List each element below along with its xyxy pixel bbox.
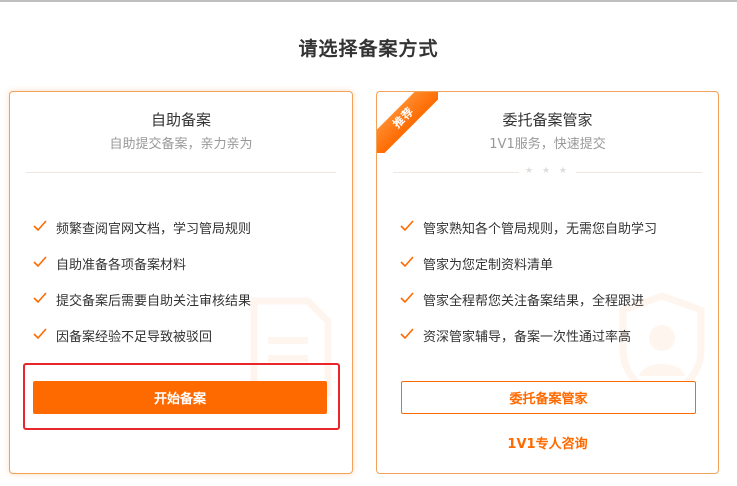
divider-stars: ★ ★ ★ — [377, 166, 718, 176]
feature-text: 管家熟知各个管局规则，无需您自助学习 — [423, 222, 658, 237]
feature-item: 因备案经验不足导致被驳回 — [32, 326, 251, 362]
card-title: 自助备案 — [150, 111, 211, 129]
feature-item: 提交备案后需要自助关注审核结果 — [32, 290, 251, 326]
feature-item: 资深管家辅导，备案一次性通过率高 — [399, 326, 657, 362]
managed-service-card: 推荐 委托备案管家 1V1服务，快速提交 ★ ★ ★ 管家熟知各个管局规则，无需… — [376, 91, 719, 474]
check-icon — [33, 256, 47, 268]
card-subtitle: 自助提交备案，亲力亲为 — [109, 137, 253, 152]
card-title: 委托备案管家 — [502, 111, 593, 129]
feature-text: 自助准备各项备案材料 — [56, 258, 187, 273]
feature-list: 管家熟知各个管局规则，无需您自助学习 管家为您定制资料清单 管家全程帮您关注备案… — [399, 218, 657, 362]
feature-text: 频繁查阅官网文档，学习管局规则 — [56, 222, 252, 237]
consult-link[interactable]: 1V1专人咨询 — [377, 433, 718, 452]
feature-text: 因备案经验不足导致被驳回 — [56, 330, 213, 345]
top-divider-line — [0, 0, 737, 2]
card-subtitle: 1V1服务，快速提交 — [489, 137, 606, 152]
entrust-steward-button[interactable]: 委托备案管家 — [401, 381, 696, 414]
feature-text: 资深管家辅导，备案一次性通过率高 — [423, 330, 632, 345]
feature-list: 频繁查阅官网文档，学习管局规则 自助准备各项备案材料 提交备案后需要自助关注审核… — [32, 218, 251, 362]
check-icon — [400, 220, 414, 232]
feature-text: 管家全程帮您关注备案结果，全程跟进 — [423, 294, 645, 309]
check-icon — [400, 292, 414, 304]
feature-item: 管家熟知各个管局规则，无需您自助学习 — [399, 218, 657, 254]
check-icon — [400, 328, 414, 340]
check-icon — [33, 220, 47, 232]
check-icon — [33, 292, 47, 304]
check-icon — [33, 328, 47, 340]
divider — [26, 172, 336, 173]
feature-item: 自助准备各项备案材料 — [32, 254, 251, 290]
page-title: 请选择备案方式 — [298, 38, 439, 60]
feature-item: 管家为您定制资料清单 — [399, 254, 657, 290]
feature-item: 管家全程帮您关注备案结果，全程跟进 — [399, 290, 657, 326]
start-filing-button[interactable]: 开始备案 — [33, 381, 327, 414]
self-service-card: 自助备案 自助提交备案，亲力亲为 频繁查阅官网文档，学习管局规则 自助准备各项备… — [9, 91, 353, 474]
feature-text: 提交备案后需要自助关注审核结果 — [56, 294, 252, 309]
feature-text: 管家为您定制资料清单 — [423, 258, 554, 273]
check-icon — [400, 256, 414, 268]
feature-item: 频繁查阅官网文档，学习管局规则 — [32, 218, 251, 254]
